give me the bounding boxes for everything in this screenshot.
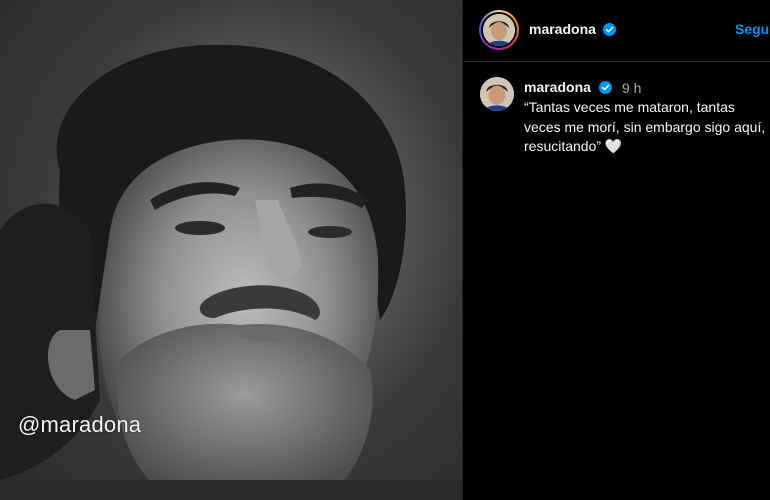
verified-badge-icon — [603, 23, 616, 36]
post-header: maradona Seguir — [463, 0, 770, 60]
follow-button[interactable]: Seguir — [735, 21, 770, 37]
verified-badge-icon — [599, 81, 612, 94]
post-image[interactable]: @maradona — [0, 0, 462, 500]
comment-timestamp[interactable]: 9 h — [622, 80, 641, 96]
post-caption: “Tantas veces me mataron, tantas veces m… — [524, 99, 766, 154]
photo-watermark: @maradona — [18, 412, 142, 437]
header-avatar[interactable] — [479, 10, 519, 50]
comment-avatar[interactable] — [480, 77, 514, 111]
header-username[interactable]: maradona — [529, 21, 596, 37]
header-divider — [463, 61, 770, 62]
post-side-panel: maradona Seguir maradona 9 h “Tantas vec… — [463, 0, 770, 500]
avatar-photo-icon — [483, 14, 515, 46]
avatar-photo-icon — [480, 77, 514, 111]
comment-username[interactable]: maradona — [524, 79, 591, 95]
